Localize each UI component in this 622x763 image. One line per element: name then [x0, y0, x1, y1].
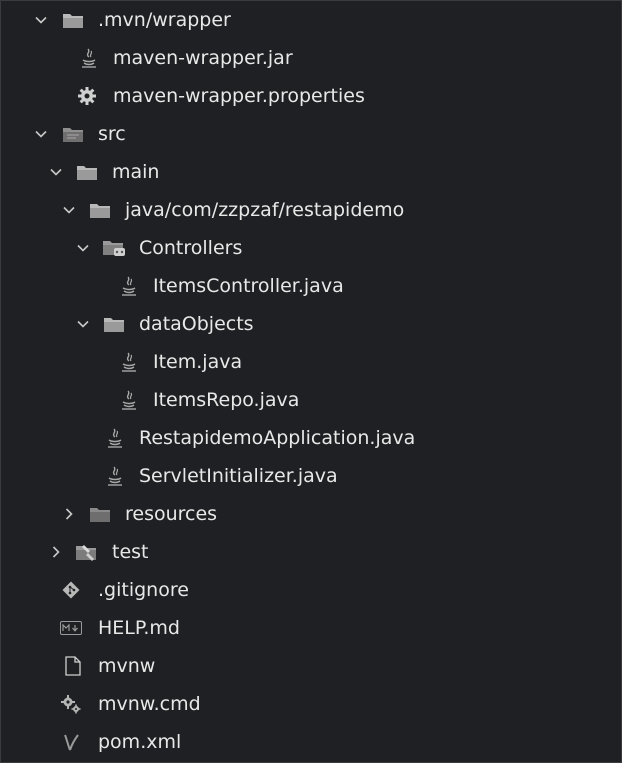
- folder-icon: [61, 9, 85, 31]
- tree-item-label: mvnw.cmd: [98, 693, 201, 715]
- tree-item-item-java[interactable]: Item.java: [1, 343, 621, 381]
- tree-item-itemsrepo-java[interactable]: ItemsRepo.java: [1, 381, 621, 419]
- tree-item-main[interactable]: main: [1, 153, 621, 191]
- tree-item-label: Controllers: [139, 237, 243, 259]
- tree-item-label: resources: [125, 503, 218, 525]
- tree-item-help-md[interactable]: HELP.md: [1, 609, 621, 647]
- file-icon: [61, 655, 85, 677]
- folder-icon: [88, 199, 112, 221]
- java-file-icon: [103, 427, 127, 449]
- tree-item-label: dataObjects: [139, 313, 254, 335]
- tree-item-label: java/com/zzpzaf/restapidemo: [125, 199, 405, 221]
- folder-icon: [75, 161, 99, 183]
- tree-item-label: Item.java: [153, 351, 243, 373]
- tree-item-label: main: [112, 161, 160, 183]
- tree-item-label: ItemsRepo.java: [153, 389, 300, 411]
- chevron-down-icon[interactable]: [59, 200, 79, 220]
- tree-item-label: src: [98, 123, 126, 145]
- tree-item-label: HELP.md: [98, 617, 180, 639]
- controllers-folder-icon: [102, 237, 126, 259]
- gears-icon: [59, 693, 83, 715]
- tree-item-mvnw[interactable]: mvnw: [1, 647, 621, 685]
- tree-item-label: mvnw: [98, 655, 156, 677]
- folder-icon: [88, 503, 112, 525]
- tree-item-label: .gitignore: [98, 579, 189, 601]
- chevron-right-icon[interactable]: [59, 504, 79, 524]
- tree-item-label: ItemsController.java: [153, 275, 344, 297]
- tree-item-label: maven-wrapper.jar: [113, 47, 293, 69]
- tree-item-restapidemoapplication-java[interactable]: RestapidemoApplication.java: [1, 419, 621, 457]
- tree-item-dataobjects[interactable]: dataObjects: [1, 305, 621, 343]
- markdown-icon: [59, 617, 83, 639]
- tree-item-controllers[interactable]: Controllers: [1, 229, 621, 267]
- tree-item-java-package[interactable]: java/com/zzpzaf/restapidemo: [1, 191, 621, 229]
- tree-item-maven-wrapper-properties[interactable]: maven-wrapper.properties: [1, 77, 621, 115]
- tree-item-test[interactable]: test: [1, 533, 621, 571]
- tree-item-src[interactable]: src: [1, 115, 621, 153]
- folder-icon: [102, 313, 126, 335]
- git-icon: [59, 579, 83, 601]
- chevron-down-icon[interactable]: [73, 238, 93, 258]
- java-file-icon: [77, 47, 101, 69]
- tree-item-pom-xml[interactable]: pom.xml: [1, 723, 621, 761]
- java-file-icon: [117, 275, 141, 297]
- tree-item-label: .mvn/wrapper: [98, 9, 231, 31]
- chevron-down-icon[interactable]: [31, 10, 51, 30]
- tree-item-label: maven-wrapper.properties: [113, 85, 365, 107]
- chevron-down-icon[interactable]: [31, 124, 51, 144]
- file-tree: .mvn/wrapper maven-wrapper.jar maven-wra…: [0, 0, 622, 763]
- tree-item-maven-wrapper-jar[interactable]: maven-wrapper.jar: [1, 39, 621, 77]
- chevron-down-icon[interactable]: [46, 162, 66, 182]
- gear-icon: [75, 85, 99, 107]
- chevron-right-icon[interactable]: [46, 542, 66, 562]
- tree-item-itemscontroller-java[interactable]: ItemsController.java: [1, 267, 621, 305]
- tree-item-servletinitializer-java[interactable]: ServletInitializer.java: [1, 457, 621, 495]
- test-folder-icon: [75, 541, 99, 563]
- maven-icon: [59, 731, 83, 753]
- chevron-down-icon[interactable]: [73, 314, 93, 334]
- tree-item-gitignore[interactable]: .gitignore: [1, 571, 621, 609]
- tree-item-label: RestapidemoApplication.java: [139, 427, 416, 449]
- java-file-icon: [117, 351, 141, 373]
- tree-item-label: test: [112, 541, 149, 563]
- java-file-icon: [117, 389, 141, 411]
- java-file-icon: [103, 465, 127, 487]
- tree-item-label: ServletInitializer.java: [139, 465, 338, 487]
- tree-item-label: pom.xml: [98, 731, 182, 753]
- tree-item-resources[interactable]: resources: [1, 495, 621, 533]
- tree-item-mvn-wrapper[interactable]: .mvn/wrapper: [1, 1, 621, 39]
- folder-icon: [61, 123, 85, 145]
- tree-item-mvnw-cmd[interactable]: mvnw.cmd: [1, 685, 621, 723]
